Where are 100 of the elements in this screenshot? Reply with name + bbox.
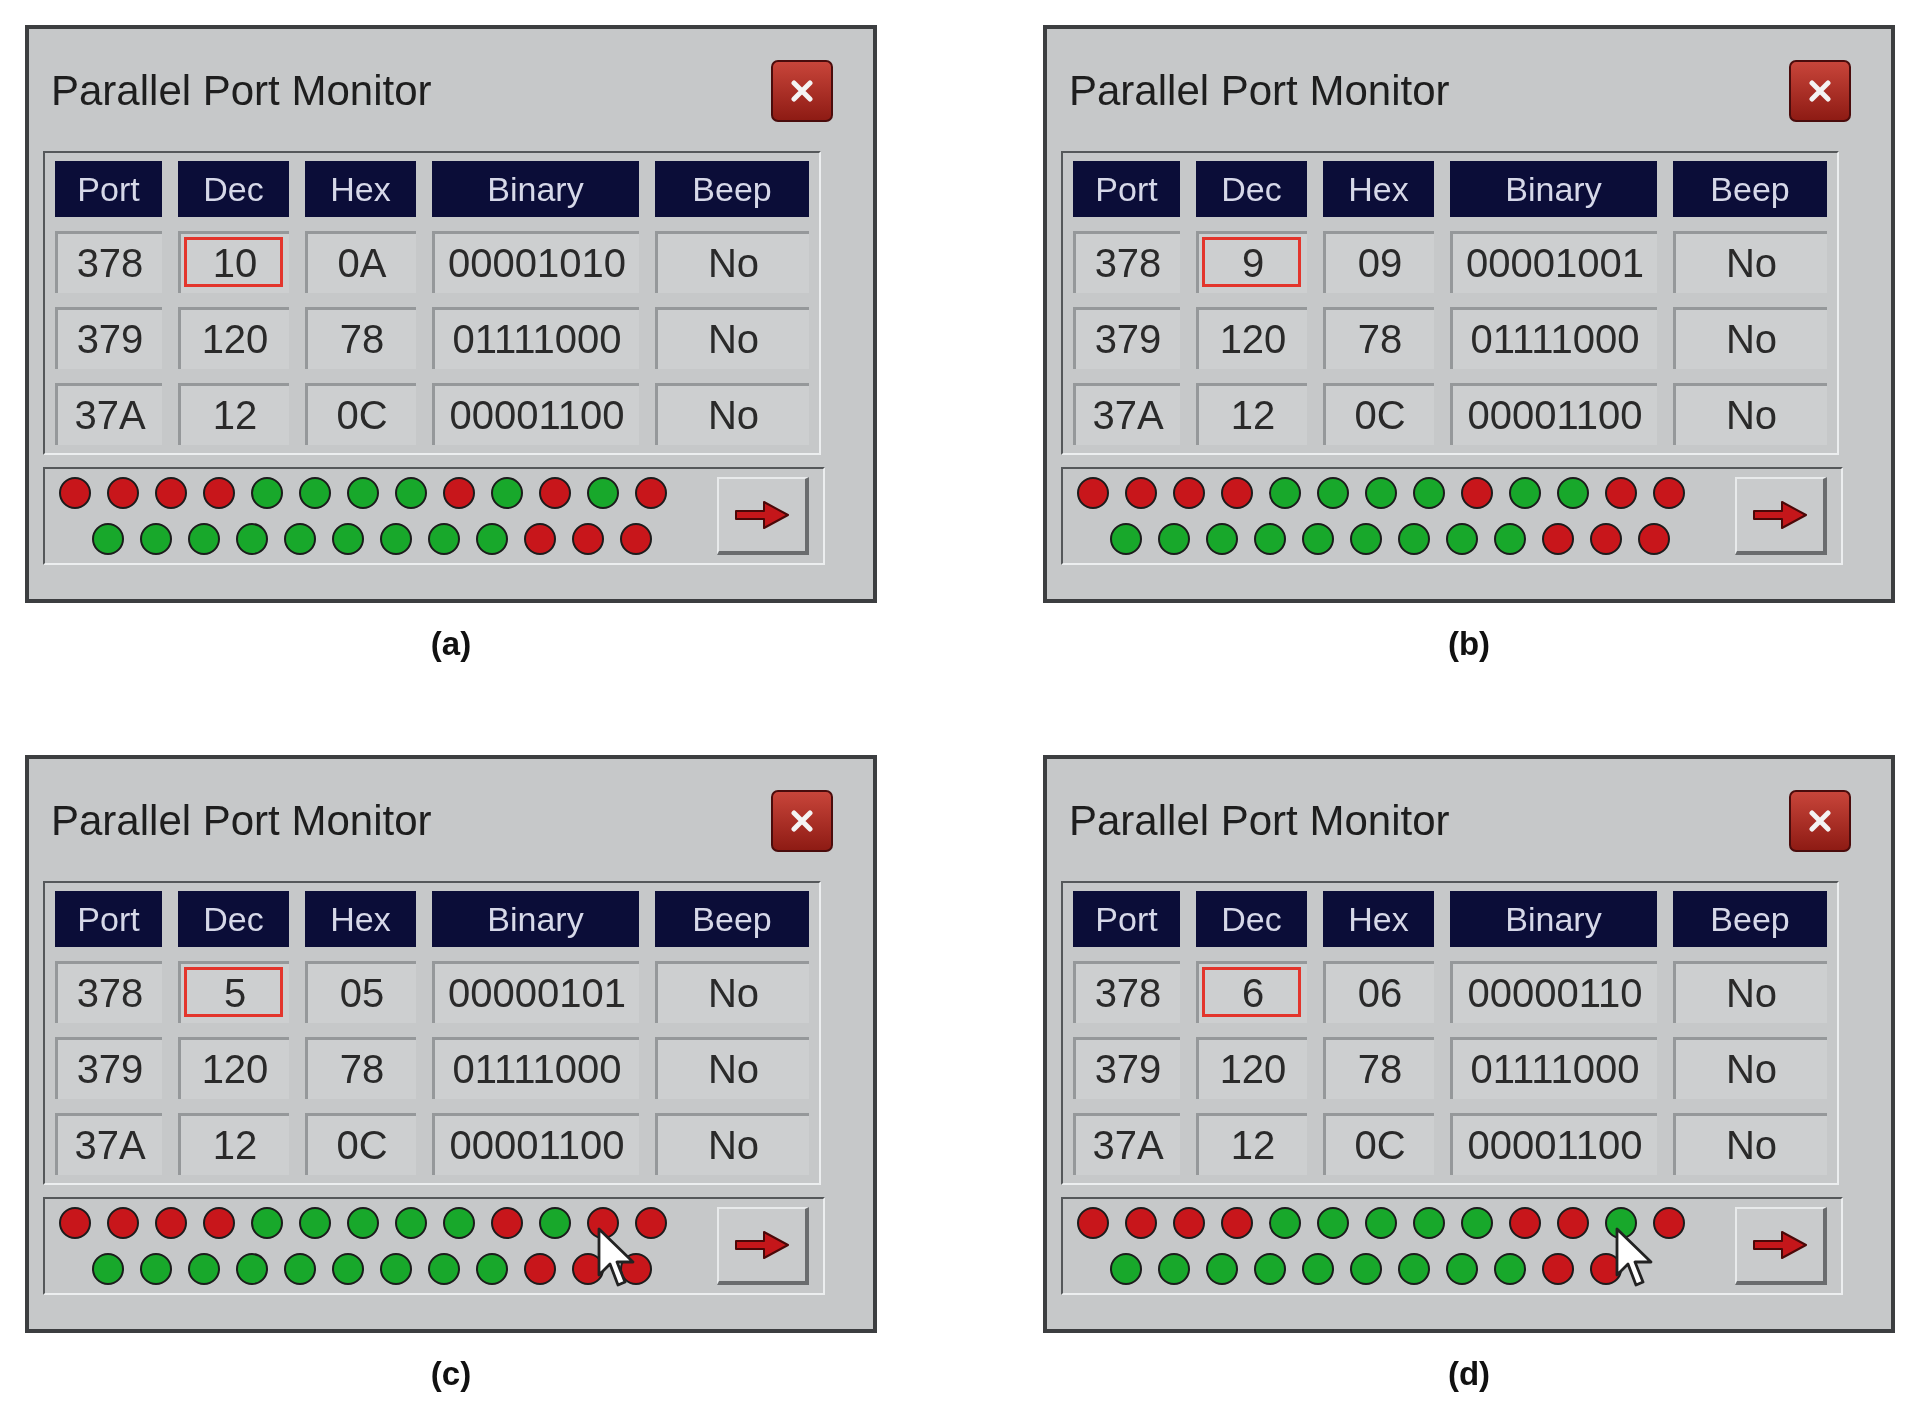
table-cell: 00000101 bbox=[432, 961, 639, 1023]
close-icon bbox=[1809, 80, 1831, 102]
table-cell: 00001100 bbox=[432, 383, 639, 445]
table-cell: 37A bbox=[1073, 1113, 1180, 1175]
table-cell: 379 bbox=[55, 307, 162, 369]
table-cell: 06 bbox=[1323, 961, 1434, 1023]
table-cell: 78 bbox=[305, 307, 416, 369]
table-cell: 378 bbox=[1073, 961, 1180, 1023]
column-header: Dec bbox=[1196, 161, 1307, 217]
column-header: Binary bbox=[432, 891, 639, 947]
table-cell: 378 bbox=[55, 231, 162, 293]
table-cell: No bbox=[655, 231, 809, 293]
close-button[interactable] bbox=[771, 60, 833, 122]
column-header: Hex bbox=[1323, 891, 1434, 947]
window-title: Parallel Port Monitor bbox=[1068, 67, 1450, 115]
table-cell: 379 bbox=[1073, 1037, 1180, 1099]
arrow-right-icon bbox=[1752, 500, 1808, 530]
column-header: Hex bbox=[1323, 161, 1434, 217]
column-header: Beep bbox=[655, 891, 809, 947]
close-button[interactable] bbox=[1789, 60, 1851, 122]
table-cell: 379 bbox=[1073, 307, 1180, 369]
figure-caption: (d) bbox=[1447, 1355, 1491, 1393]
column-header: Port bbox=[55, 161, 162, 217]
table-cell: 378 bbox=[1073, 231, 1180, 293]
next-button[interactable] bbox=[1735, 1207, 1827, 1285]
table-cell: 120 bbox=[1196, 307, 1307, 369]
column-header: Beep bbox=[655, 161, 809, 217]
table-cell: 37A bbox=[1073, 383, 1180, 445]
table-cell: 05 bbox=[305, 961, 416, 1023]
table-cell: 0C bbox=[1323, 1113, 1434, 1175]
table-cell: 120 bbox=[1196, 1037, 1307, 1099]
table-cell: 09 bbox=[1323, 231, 1434, 293]
table-cell: 00001100 bbox=[1450, 383, 1657, 445]
table-cell: 120 bbox=[178, 307, 289, 369]
table-cell: No bbox=[1673, 961, 1827, 1023]
table-cell: No bbox=[1673, 383, 1827, 445]
arrow-right-icon bbox=[1752, 1230, 1808, 1260]
column-header: Port bbox=[1073, 161, 1180, 217]
table-cell: No bbox=[655, 383, 809, 445]
table-cell: 78 bbox=[1323, 1037, 1434, 1099]
table-cell: No bbox=[1673, 231, 1827, 293]
window-title: Parallel Port Monitor bbox=[50, 67, 432, 115]
column-header: Dec bbox=[178, 161, 289, 217]
table-cell: No bbox=[1673, 1113, 1827, 1175]
next-button[interactable] bbox=[717, 1207, 809, 1285]
table-cell: 0C bbox=[305, 383, 416, 445]
next-button[interactable] bbox=[717, 477, 809, 555]
table-cell: 5 bbox=[178, 961, 289, 1023]
table-cell: No bbox=[1673, 1037, 1827, 1099]
table-cell: 78 bbox=[1323, 307, 1434, 369]
close-icon bbox=[791, 810, 813, 832]
table-cell: 12 bbox=[178, 1113, 289, 1175]
window-title: Parallel Port Monitor bbox=[50, 797, 432, 845]
table-cell: 00001010 bbox=[432, 231, 639, 293]
table-cell: No bbox=[655, 961, 809, 1023]
column-header: Dec bbox=[1196, 891, 1307, 947]
figure-caption: (c) bbox=[430, 1355, 472, 1393]
table-cell: 6 bbox=[1196, 961, 1307, 1023]
column-header: Beep bbox=[1673, 891, 1827, 947]
table-cell: No bbox=[655, 1037, 809, 1099]
column-header: Binary bbox=[1450, 161, 1657, 217]
column-header: Beep bbox=[1673, 161, 1827, 217]
table-cell: 0C bbox=[1323, 383, 1434, 445]
column-header: Hex bbox=[305, 161, 416, 217]
table-cell: No bbox=[1673, 307, 1827, 369]
table-cell: 01111000 bbox=[1450, 307, 1657, 369]
table-cell: 37A bbox=[55, 1113, 162, 1175]
window-title: Parallel Port Monitor bbox=[1068, 797, 1450, 845]
table-cell: 00001100 bbox=[432, 1113, 639, 1175]
close-button[interactable] bbox=[1789, 790, 1851, 852]
table-cell: 00001001 bbox=[1450, 231, 1657, 293]
table-cell: 00000110 bbox=[1450, 961, 1657, 1023]
arrow-right-icon bbox=[734, 500, 790, 530]
figure-caption: (a) bbox=[430, 625, 472, 663]
table-cell: 0A bbox=[305, 231, 416, 293]
close-icon bbox=[1809, 810, 1831, 832]
column-header: Binary bbox=[432, 161, 639, 217]
column-header: Hex bbox=[305, 891, 416, 947]
table-cell: 10 bbox=[178, 231, 289, 293]
column-header: Binary bbox=[1450, 891, 1657, 947]
close-icon bbox=[791, 80, 813, 102]
column-header: Port bbox=[1073, 891, 1180, 947]
close-button[interactable] bbox=[771, 790, 833, 852]
table-cell: 12 bbox=[1196, 1113, 1307, 1175]
table-cell: 120 bbox=[178, 1037, 289, 1099]
mouse-pointer-icon bbox=[597, 1227, 637, 1289]
table-cell: No bbox=[655, 307, 809, 369]
column-header: Dec bbox=[178, 891, 289, 947]
table-cell: 12 bbox=[1196, 383, 1307, 445]
table-cell: 378 bbox=[55, 961, 162, 1023]
table-cell: 78 bbox=[305, 1037, 416, 1099]
table-cell: No bbox=[655, 1113, 809, 1175]
next-button[interactable] bbox=[1735, 477, 1827, 555]
table-cell: 0C bbox=[305, 1113, 416, 1175]
table-cell: 01111000 bbox=[1450, 1037, 1657, 1099]
mouse-pointer-icon bbox=[1615, 1227, 1655, 1289]
column-header: Port bbox=[55, 891, 162, 947]
table-cell: 00001100 bbox=[1450, 1113, 1657, 1175]
figure-caption: (b) bbox=[1447, 625, 1491, 663]
table-cell: 12 bbox=[178, 383, 289, 445]
